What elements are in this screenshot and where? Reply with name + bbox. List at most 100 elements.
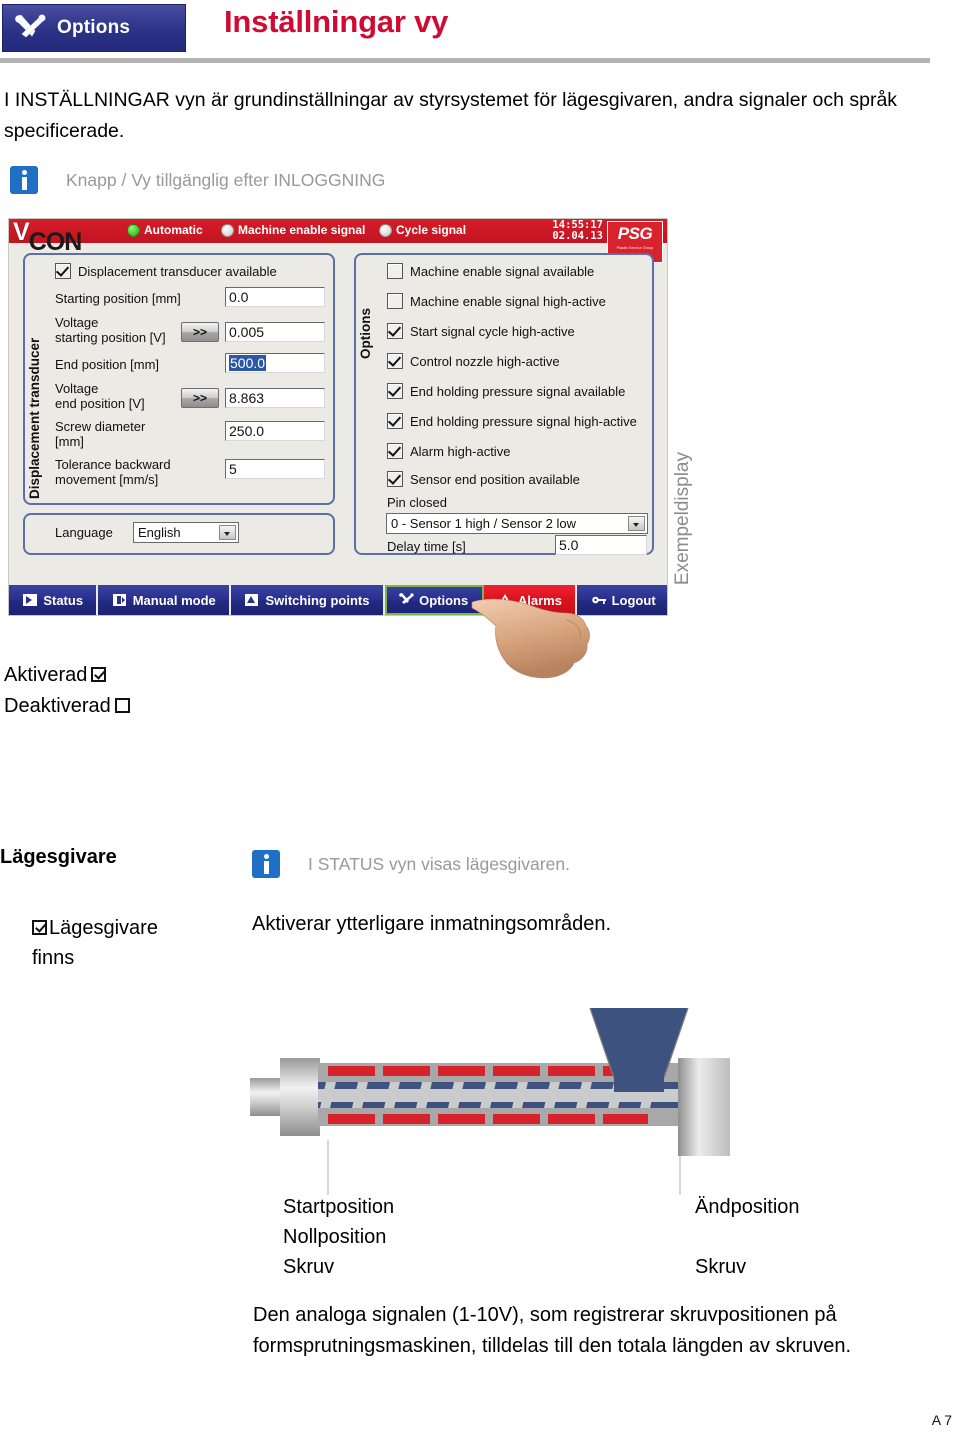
input-delay-time[interactable]: 5.0 <box>555 535 647 555</box>
toolbar-button-label: Manual mode <box>132 592 216 608</box>
status-note-text: I STATUS vyn visas lägesgivaren. <box>308 854 570 874</box>
checkbox-icon[interactable] <box>387 471 403 487</box>
state-enabled-label: Aktiverad <box>4 664 88 686</box>
checkbox-start-signal-cycle-high-active[interactable]: Start signal cycle high-active <box>387 323 575 339</box>
select-language-value: English <box>138 525 181 540</box>
info-icon <box>10 166 38 194</box>
language-label: Language <box>55 525 113 540</box>
checkbox-control-nozzle-high-active[interactable]: Control nozzle high-active <box>387 353 560 369</box>
section-option-label-line2: finns <box>32 947 75 969</box>
field-label: End position [mm] <box>55 357 160 372</box>
checkbox-disabled-icon[interactable] <box>114 698 130 713</box>
caption-skruv-left: Skruv <box>283 1256 335 1278</box>
checkbox-icon[interactable] <box>387 413 403 429</box>
checkbox-machine-enable-signal-available[interactable]: Machine enable signal available <box>387 263 594 279</box>
button-voltage-end-teach[interactable]: >> <box>181 388 219 408</box>
toolbar-button-manual-mode[interactable]: Manual mode <box>98 585 232 615</box>
caption-skruv-right: Skruv <box>695 1256 747 1278</box>
checkbox-enabled-icon[interactable] <box>91 667 107 682</box>
led-green-icon <box>127 223 140 237</box>
options-group-label: Options <box>358 308 373 359</box>
checkbox-icon[interactable] <box>387 293 403 309</box>
select-language[interactable]: English <box>133 522 239 543</box>
checkbox-icon[interactable] <box>387 443 403 459</box>
state-enabled[interactable]: Aktiverad <box>4 660 130 691</box>
checkbox-icon[interactable] <box>387 353 403 369</box>
hand-switch-icon <box>112 592 128 608</box>
checkbox-icon[interactable] <box>387 323 403 339</box>
field-screw-diameter: Screw diameter [mm] <box>55 419 145 449</box>
checkbox-label: Displacement transducer available <box>78 263 277 279</box>
input-voltage-starting-position[interactable]: 0.005 <box>225 322 325 342</box>
toolbar-button-switching-points[interactable]: Switching points <box>231 585 385 615</box>
input-screw-diameter[interactable]: 250.0 <box>225 421 325 441</box>
checkbox-lagesgivare-finns-icon[interactable] <box>32 920 47 935</box>
toolbar-button-options[interactable]: Options <box>384 585 484 615</box>
checkbox-icon[interactable] <box>387 263 403 279</box>
state-disabled-label: Deaktiverad <box>4 695 111 717</box>
checkbox-end-holding-pressure-signal-high-active[interactable]: End holding pressure signal high-active <box>387 413 637 429</box>
tools-icon <box>13 13 47 43</box>
info-icon <box>252 850 280 878</box>
input-end-position[interactable]: 500.0 <box>225 353 325 373</box>
psg-logo-tagline: Plastic Service Group <box>616 246 654 250</box>
delay-time-label: Delay time [s] <box>387 539 466 554</box>
checkbox-sensor-end-position-available[interactable]: Sensor end position available <box>387 471 580 487</box>
checkbox-label: End holding pressure signal high-active <box>410 413 637 429</box>
section-option-label-line1: Lägesgivare <box>49 917 158 939</box>
field-tolerance-backward-movement: Tolerance backward movement [mm/s] <box>55 457 171 487</box>
toolbar-button-alarms[interactable]: Alarms <box>483 585 578 615</box>
input-voltage-end-position[interactable]: 8.863 <box>225 388 325 408</box>
section-option[interactable]: Lägesgivare finns <box>32 913 232 973</box>
field-end-position: End position [mm] <box>55 357 159 372</box>
field-label: Voltage starting position [V] <box>55 315 166 345</box>
checkbox-label: Machine enable signal high-active <box>410 293 606 309</box>
checkbox-displacement-transducer-available[interactable]: Displacement transducer available <box>55 263 277 279</box>
displacement-transducer-group-label: Displacement transducer <box>27 337 42 499</box>
toolbar-button-label: Alarms <box>517 592 562 608</box>
activation-states: Aktiverad Deaktiverad <box>4 660 130 722</box>
field-label: Starting position [mm] <box>55 291 181 306</box>
status-cycle-signal-label: Cycle signal <box>396 223 467 237</box>
login-note-text: Knapp / Vy tillgänglig efter INLOGGNING <box>66 170 386 190</box>
select-pin-closed[interactable]: 0 - Sensor 1 high / Sensor 2 low <box>386 513 648 534</box>
toolbar-button-label: Logout <box>611 592 656 608</box>
select-pin-closed-value: 0 - Sensor 1 high / Sensor 2 low <box>391 516 576 531</box>
psg-logo-name: PSG <box>617 224 653 243</box>
checkbox-end-holding-pressure-signal-available[interactable]: End holding pressure signal available <box>387 383 625 399</box>
input-tolerance-backward-movement[interactable]: 5 <box>225 459 325 479</box>
toolbar-button-label: Switching points <box>265 592 370 608</box>
app-logo-con: VCON <box>28 228 83 256</box>
toolbar-button-logout[interactable]: Logout <box>577 585 667 615</box>
status-cycle-signal: Cycle signal <box>379 223 466 237</box>
toolbar-button-label: Status <box>43 592 84 608</box>
checkbox-icon[interactable] <box>55 263 71 279</box>
field-label: Screw diameter [mm] <box>55 419 146 449</box>
options-header-button-label: Options <box>57 17 131 38</box>
chevron-down-icon[interactable] <box>628 516 645 531</box>
checkbox-icon[interactable] <box>387 383 403 399</box>
section-title: Lägesgivare <box>0 846 117 868</box>
status-automatic: Automatic <box>127 223 203 237</box>
app-clock-date: 02.04.13 <box>552 230 603 242</box>
field-delay-time: Delay time [s] <box>387 539 466 554</box>
play-icon <box>22 592 38 608</box>
diagram-captions-right: Ändposition Skruv <box>695 1192 800 1282</box>
checkbox-label: Machine enable signal available <box>410 263 595 279</box>
state-disabled[interactable]: Deaktiverad <box>4 691 130 722</box>
toolbar-button-status[interactable]: Status <box>9 585 99 615</box>
chevron-down-icon[interactable] <box>219 525 236 540</box>
input-starting-position[interactable]: 0.0 <box>225 287 325 307</box>
tools-icon <box>398 592 414 608</box>
key-icon <box>591 592 607 608</box>
checkbox-machine-enable-signal-high-active[interactable]: Machine enable signal high-active <box>387 293 606 309</box>
led-white-icon <box>221 223 234 237</box>
caption-andposition: Ändposition <box>695 1196 800 1218</box>
example-display-caption: Exempeldisplay <box>672 452 693 586</box>
status-machine-enable-label: Machine enable signal <box>238 223 366 237</box>
button-voltage-start-teach[interactable]: >> <box>181 322 219 342</box>
checkbox-alarm-high-active[interactable]: Alarm high-active <box>387 443 510 459</box>
field-language: Language <box>55 525 113 540</box>
led-white-icon-2 <box>379 223 392 237</box>
options-header-button[interactable]: Options <box>2 4 186 52</box>
